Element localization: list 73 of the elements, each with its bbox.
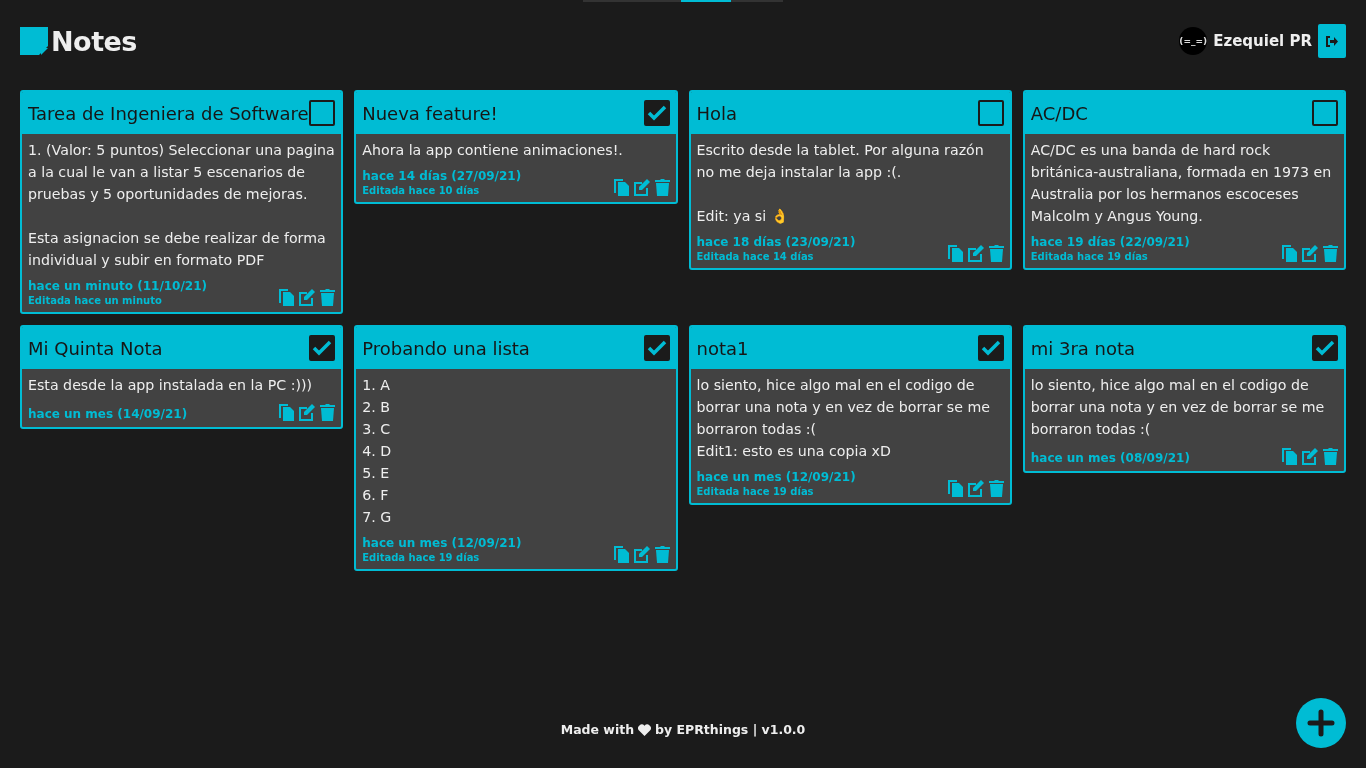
note-title: mi 3ra nota <box>1030 337 1136 359</box>
note-title: Nueva feature! <box>362 102 498 124</box>
note-title: Hola <box>696 102 738 124</box>
heart-icon <box>638 723 652 736</box>
edit-icon[interactable] <box>632 179 651 196</box>
note-body: lo siento, hice algo mal en el codigo de borrar una nota y en vez de borrar se me borraron todas :( <box>1029 376 1326 439</box>
note-title: Tarea de Ingeniera de Software <box>28 102 309 124</box>
edit-icon[interactable] <box>632 546 651 563</box>
edit-icon[interactable] <box>1301 448 1319 465</box>
app-title: Notes <box>51 25 137 57</box>
edited-label: Editada hace 19 días <box>696 486 815 497</box>
trash-icon[interactable] <box>988 245 1004 262</box>
note-date: hace 14 días (27/09/21) <box>362 169 522 183</box>
user-avatar: (=_=) <box>1179 27 1208 55</box>
note-body: Escrito desde la tablet. Por alguna razón no me deja instalar la app :(. Edit: ya si 👌 <box>695 141 985 226</box>
note-title: Mi Quinta Nota <box>28 337 163 359</box>
user-name: Ezequiel PR <box>1213 32 1312 50</box>
copy-icon[interactable] <box>613 179 629 196</box>
logout-icon <box>1326 35 1338 47</box>
edit-icon[interactable] <box>966 245 985 262</box>
note-body: AC/DC es una banda de hard rock británica-australiana, formada en 1973 en Australia por los hermanos escoceses Malcolm y Angus Young. <box>1029 141 1333 226</box>
note-date: hace 18 días (23/09/21) <box>696 235 856 249</box>
logout-button[interactable] <box>1318 24 1346 58</box>
copy-icon[interactable] <box>279 404 295 421</box>
trash-icon[interactable] <box>320 289 336 306</box>
trash-icon[interactable] <box>1323 245 1338 262</box>
footer-text: by EPRthings | v1.0.0 <box>655 722 806 737</box>
note-title: nota1 <box>696 337 749 359</box>
note-body: 1. A 2. B 3. C 4. D 5. E 6. F 7. G <box>361 376 393 527</box>
checkbox[interactable] <box>643 100 670 126</box>
trash-icon[interactable] <box>654 179 670 196</box>
checkbox[interactable] <box>1312 335 1338 361</box>
trash-icon[interactable] <box>1323 448 1338 465</box>
edited-label: Editada hace 14 días <box>696 251 815 262</box>
copy-icon[interactable] <box>1282 245 1297 262</box>
copy-icon[interactable] <box>279 289 295 306</box>
note-body: Ahora la app contiene animaciones!. <box>361 141 624 160</box>
note-body: Esta desde la app instalada en la PC :))) <box>27 376 313 395</box>
edit-icon[interactable] <box>1301 245 1319 262</box>
footer-text: Made with <box>560 722 635 737</box>
note-title: Probando una lista <box>362 337 530 359</box>
plus-icon <box>1307 709 1335 737</box>
note-date: hace un mes (12/09/21) <box>362 536 522 550</box>
checkbox[interactable] <box>309 335 336 361</box>
edited-label: Editada hace 19 días <box>1030 251 1149 262</box>
note-date: hace un mes (12/09/21) <box>696 470 856 484</box>
trash-icon[interactable] <box>988 480 1004 497</box>
note-date: hace un mes (14/09/21) <box>28 407 188 421</box>
copy-icon[interactable] <box>947 245 963 262</box>
checkbox[interactable] <box>977 100 1004 126</box>
checkbox[interactable] <box>1312 100 1338 126</box>
note-title: AC/DC <box>1030 102 1088 124</box>
note-body: 1. (Valor: 5 puntos) Seleccionar una pagina a la cual le van a listar 5 escenarios de pruebas y 5 oportunidades de mejoras. Esta asignacion se debe realizar de forma individual y subir en formato PDF <box>27 141 336 270</box>
add-note-button[interactable] <box>1296 698 1346 748</box>
note-date: hace un mes (08/09/21) <box>1030 451 1190 465</box>
copy-icon[interactable] <box>1282 448 1297 465</box>
copy-icon[interactable] <box>947 480 963 497</box>
trash-icon[interactable] <box>320 404 336 421</box>
edit-icon[interactable] <box>298 289 317 306</box>
checkbox[interactable] <box>977 335 1004 361</box>
note-date: hace un minuto (11/10/21) <box>28 279 208 293</box>
copy-icon[interactable] <box>613 546 629 563</box>
trash-icon[interactable] <box>654 546 670 563</box>
checkbox[interactable] <box>309 100 336 126</box>
note-date: hace 19 días (22/09/21) <box>1030 235 1190 249</box>
checkbox[interactable] <box>643 335 670 361</box>
note-body: lo siento, hice algo mal en el codigo de borrar una nota y en vez de borrar se me borraron todas :( Edit1: esto es una copia xD <box>695 376 992 461</box>
edit-icon[interactable] <box>298 404 317 421</box>
edit-icon[interactable] <box>966 480 985 497</box>
note-logo-icon <box>20 27 48 55</box>
edited-label: Editada hace 19 días <box>362 552 481 563</box>
edited-label: Editada hace un minuto <box>28 295 163 306</box>
edited-label: Editada hace 10 días <box>362 185 481 196</box>
